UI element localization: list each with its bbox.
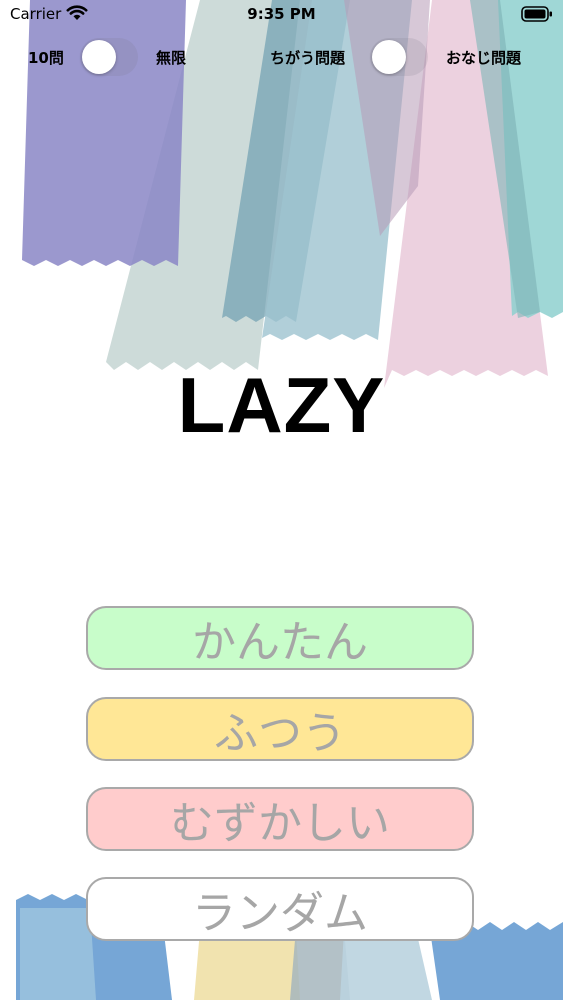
hard-button[interactable]: むずかしい <box>86 787 474 851</box>
count-toggle-left-label: 10問 <box>28 49 64 67</box>
app-title: LAZY <box>177 361 386 449</box>
mode-toggle-left-label: ちがう問題 <box>270 49 346 67</box>
status-bar: Carrier 9:35 PM <box>0 0 563 30</box>
mode-toggle-right-label: おなじ問題 <box>446 49 522 67</box>
mode-toggle-switch[interactable] <box>370 38 428 76</box>
clock: 9:35 PM <box>247 5 316 23</box>
easy-button[interactable]: かんたん <box>86 606 474 670</box>
normal-button[interactable]: ふつう <box>86 697 474 761</box>
random-button[interactable]: ランダム <box>86 877 474 941</box>
count-toggle-switch[interactable] <box>80 38 138 76</box>
battery-icon <box>521 6 552 22</box>
ribbon-sky-left <box>20 908 96 1000</box>
count-toggle-right-label: 無限 <box>156 49 187 67</box>
switch-knob <box>82 40 116 74</box>
switch-knob <box>372 40 406 74</box>
